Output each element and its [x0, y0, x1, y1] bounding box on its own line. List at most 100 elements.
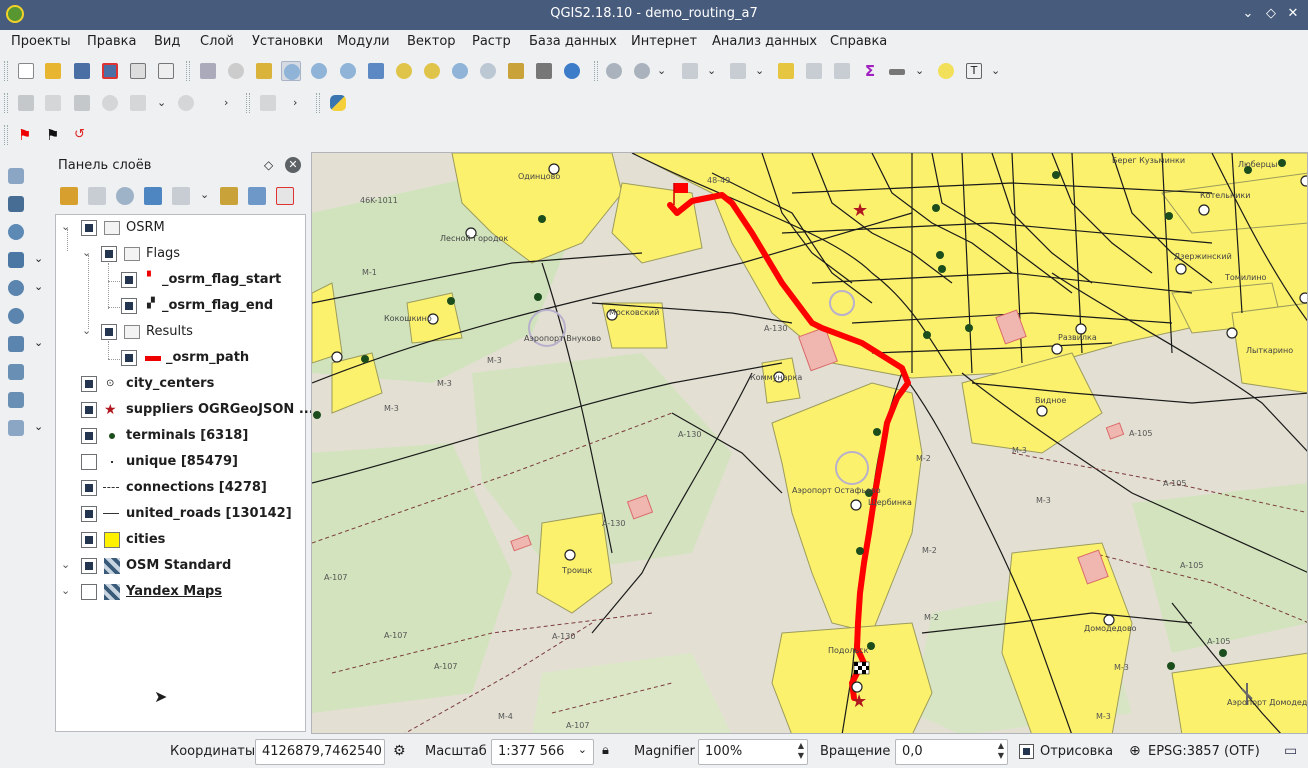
select-features-icon[interactable] — [680, 61, 700, 81]
add-raster-layer-icon[interactable] — [6, 194, 26, 214]
collapse-icon[interactable]: ⌄ — [61, 220, 73, 233]
toolbar-handle[interactable] — [594, 61, 598, 81]
statistics-icon[interactable] — [832, 61, 852, 81]
layer-checkbox[interactable] — [81, 402, 97, 418]
map-canvas[interactable]: ★ ★ 46K-1011 48-49 M-1 M-3 M-3 M-3 A-130… — [311, 152, 1308, 734]
move-feature-icon[interactable] — [128, 93, 148, 113]
attribute-table-icon[interactable] — [804, 61, 824, 81]
add-delimited-text-icon[interactable] — [6, 362, 26, 382]
render-checkbox[interactable] — [1019, 744, 1034, 759]
add-feature-icon[interactable] — [100, 93, 120, 113]
close-icon[interactable]: ✕ — [1284, 5, 1302, 23]
layer-united-roads[interactable]: united_roads [130142] — [56, 503, 301, 525]
zoom-last-icon[interactable] — [450, 61, 470, 81]
toolbar-handle[interactable] — [246, 93, 250, 113]
add-spatialite-icon[interactable] — [6, 222, 26, 242]
identify-icon[interactable] — [604, 61, 624, 81]
map-svg[interactable]: ★ ★ 46K-1011 48-49 M-1 M-3 M-3 M-3 A-130… — [312, 153, 1308, 734]
toolbar-handle[interactable] — [186, 61, 190, 81]
node-tool-icon[interactable] — [176, 93, 196, 113]
add-postgis-icon[interactable] — [6, 250, 26, 270]
layer-cities[interactable]: cities — [56, 529, 301, 551]
menu-help[interactable]: Справка — [830, 34, 887, 49]
close-panel-icon[interactable]: ✕ — [285, 157, 301, 173]
layer-checkbox[interactable] — [81, 220, 97, 236]
scale-combobox[interactable]: 1:377 566 ⌄ — [491, 739, 594, 765]
layer-unique[interactable]: unique [85479] — [56, 451, 301, 473]
layer-osrm-path[interactable]: _osrm_path — [56, 347, 301, 369]
layer-terminals[interactable]: terminals [6318] — [56, 425, 301, 447]
open-project-icon[interactable] — [43, 61, 63, 81]
save-as-icon[interactable] — [100, 61, 120, 81]
layer-yandex-maps[interactable]: ⌄ Yandex Maps — [56, 581, 301, 603]
crs-label[interactable]: EPSG:3857 (OTF) — [1148, 744, 1260, 759]
sum-icon[interactable]: Σ — [860, 61, 880, 81]
new-project-icon[interactable] — [16, 61, 36, 81]
chevron-down-icon[interactable]: ⌄ — [34, 252, 43, 265]
toolbar-handle[interactable] — [4, 61, 8, 81]
touch-zoom-icon[interactable] — [198, 61, 218, 81]
layer-osm-standard[interactable]: ⌄ OSM Standard — [56, 555, 301, 577]
start-flag-icon[interactable]: ⚑ — [16, 125, 36, 145]
new-vector-layer-icon[interactable] — [6, 418, 26, 438]
chevron-down-icon[interactable]: ⌄ — [157, 96, 167, 109]
composer-manager-icon[interactable] — [156, 61, 176, 81]
remove-layer-icon[interactable] — [276, 187, 294, 205]
pan-icon[interactable] — [226, 61, 246, 81]
zoom-native-icon[interactable] — [338, 61, 358, 81]
add-wcs-icon[interactable] — [6, 306, 26, 326]
layer-checkbox[interactable] — [81, 584, 97, 600]
spin-arrows-icon[interactable]: ▲ ▼ — [798, 741, 804, 761]
label-icon[interactable] — [258, 93, 278, 113]
magnifier-spinbox[interactable]: 100% ▲ ▼ — [698, 739, 808, 765]
chevron-down-icon[interactable]: ⌄ — [657, 64, 667, 77]
filter-legend-icon[interactable] — [144, 187, 162, 205]
route-icon[interactable]: ↺ — [72, 125, 92, 145]
chevron-down-icon[interactable]: ⌄ — [578, 743, 587, 756]
run-feature-action-icon[interactable] — [632, 61, 652, 81]
show-bookmarks-icon[interactable] — [534, 61, 554, 81]
more-tools-icon[interactable]: › — [224, 96, 234, 109]
chevron-down-icon[interactable]: ⌄ — [200, 188, 210, 201]
menu-web[interactable]: Интернет — [631, 34, 697, 49]
add-vector-layer-icon[interactable] — [6, 166, 26, 186]
layer-osrm-flag-end[interactable]: ▞ _osrm_flag_end — [56, 295, 301, 317]
toggle-extents-icon[interactable]: ⚙ — [393, 743, 409, 759]
collapse-all-icon[interactable] — [248, 187, 266, 205]
chevron-down-icon[interactable]: ⌄ — [915, 64, 925, 77]
style-manager-icon[interactable] — [60, 187, 78, 205]
toolbar-handle[interactable] — [316, 93, 320, 113]
add-wfs-icon[interactable] — [6, 334, 26, 354]
zoom-in-icon[interactable] — [281, 61, 301, 81]
print-composer-icon[interactable] — [128, 61, 148, 81]
layer-group-osrm[interactable]: ⌄ OSRM — [56, 217, 301, 239]
collapse-icon[interactable]: ⌄ — [82, 324, 94, 337]
save-edits-icon[interactable] — [72, 93, 92, 113]
layer-checkbox[interactable] — [101, 324, 117, 340]
more-tools-icon[interactable]: › — [293, 96, 303, 109]
zoom-next-icon[interactable] — [478, 61, 498, 81]
refresh-icon[interactable] — [562, 61, 582, 81]
chevron-down-icon[interactable]: ⌄ — [755, 64, 765, 77]
layer-checkbox[interactable] — [121, 350, 137, 366]
manage-visibility-icon[interactable] — [116, 187, 134, 205]
collapse-icon[interactable]: ⌄ — [61, 584, 73, 597]
float-panel-icon[interactable]: ◇ — [264, 158, 273, 172]
measure-icon[interactable] — [887, 61, 907, 81]
layer-city-centers[interactable]: ⊙ city_centers — [56, 373, 301, 395]
map-tips-icon[interactable] — [936, 61, 956, 81]
toolbar-handle[interactable] — [4, 93, 8, 113]
layer-checkbox[interactable] — [81, 506, 97, 522]
zoom-layer-icon[interactable] — [422, 61, 442, 81]
add-virtual-layer-icon[interactable] — [6, 390, 26, 410]
menu-projects[interactable]: Проекты — [11, 34, 71, 49]
menu-database[interactable]: База данных — [529, 34, 617, 49]
layer-suppliers[interactable]: ★ suppliers OGRGeoJSON ... — [56, 399, 314, 421]
layer-checkbox[interactable] — [121, 272, 137, 288]
toolbar-handle[interactable] — [4, 125, 8, 145]
toggle-editing-icon[interactable] — [43, 93, 63, 113]
layer-checkbox[interactable] — [121, 298, 137, 314]
layer-checkbox[interactable] — [81, 454, 97, 470]
expand-all-icon[interactable] — [220, 187, 238, 205]
layer-checkbox[interactable] — [81, 428, 97, 444]
